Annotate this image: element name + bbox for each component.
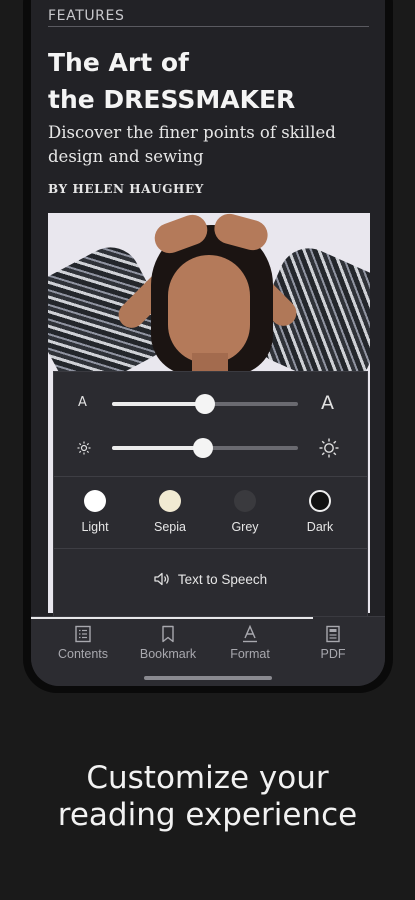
tab-pdf[interactable]: PDF bbox=[289, 625, 377, 661]
theme-light-label: Light bbox=[81, 520, 109, 534]
theme-sepia-swatch bbox=[159, 490, 181, 512]
tab-bar-indicator bbox=[31, 617, 313, 619]
tab-bookmark-label: Bookmark bbox=[139, 647, 197, 661]
theme-light[interactable]: Light bbox=[60, 490, 130, 534]
promo-caption-line-1: Customize your bbox=[86, 760, 329, 796]
brightness-low-icon[interactable] bbox=[77, 441, 91, 455]
theme-sepia-label: Sepia bbox=[154, 520, 186, 534]
tab-contents-label: Contents bbox=[57, 647, 109, 661]
tab-pdf-label: PDF bbox=[320, 647, 346, 661]
font-size-row: A A bbox=[54, 392, 367, 416]
theme-options: Light Sepia Grey Dark bbox=[54, 490, 367, 542]
theme-grey[interactable]: Grey bbox=[210, 490, 280, 534]
section-kicker: FEATURES bbox=[48, 8, 125, 24]
theme-sepia[interactable]: Sepia bbox=[135, 490, 205, 534]
kicker-divider bbox=[48, 26, 369, 27]
brightness-slider-fill bbox=[112, 446, 204, 450]
font-size-slider-fill bbox=[112, 402, 205, 406]
brightness-row bbox=[54, 436, 367, 460]
format-panel: A A Light Sepia Grey Dark Text to Speech bbox=[54, 372, 367, 620]
text-to-speech-button[interactable]: Text to Speech bbox=[54, 572, 367, 587]
format-icon bbox=[243, 625, 257, 643]
app-screen: FEATURES The Art of the DRESSMAKER Disco… bbox=[31, 0, 385, 686]
font-size-slider[interactable] bbox=[112, 394, 298, 414]
article-byline: BY HELEN HAUGHEY bbox=[48, 182, 204, 196]
title-line-1: The Art of bbox=[48, 48, 189, 77]
theme-dark-swatch bbox=[309, 490, 331, 512]
theme-dark[interactable]: Dark bbox=[285, 490, 355, 534]
brightness-high-icon[interactable] bbox=[319, 438, 339, 458]
font-size-large-icon[interactable]: A bbox=[321, 392, 334, 414]
promo-caption-line-2: reading experience bbox=[57, 797, 358, 833]
tab-format[interactable]: Format bbox=[206, 625, 294, 661]
pdf-icon bbox=[326, 625, 340, 643]
article-title: The Art of the DRESSMAKER bbox=[48, 44, 368, 118]
theme-light-swatch bbox=[84, 490, 106, 512]
panel-divider-2 bbox=[54, 548, 367, 549]
theme-grey-swatch bbox=[234, 490, 256, 512]
article-standfirst: Discover the finer points of skilled des… bbox=[48, 123, 336, 166]
theme-dark-label: Dark bbox=[306, 520, 334, 534]
speaker-icon bbox=[154, 572, 169, 586]
tab-bookmark[interactable]: Bookmark bbox=[124, 625, 212, 661]
phone-frame: FEATURES The Art of the DRESSMAKER Disco… bbox=[23, 0, 393, 693]
tab-format-label: Format bbox=[230, 647, 270, 661]
brightness-slider[interactable] bbox=[112, 438, 298, 458]
text-to-speech-label: Text to Speech bbox=[177, 572, 268, 587]
font-size-slider-knob[interactable] bbox=[195, 394, 215, 414]
theme-grey-label: Grey bbox=[231, 520, 259, 534]
font-size-small-icon[interactable]: A bbox=[78, 395, 87, 410]
contents-icon bbox=[75, 625, 91, 643]
tab-contents[interactable]: Contents bbox=[39, 625, 127, 661]
promo-caption: Customize your reading experience bbox=[0, 760, 415, 834]
panel-divider-1 bbox=[54, 476, 367, 477]
photo-face bbox=[168, 255, 250, 363]
brightness-slider-knob[interactable] bbox=[193, 438, 214, 458]
home-indicator[interactable] bbox=[144, 676, 272, 680]
title-line-2: the DRESSMAKER bbox=[48, 85, 296, 114]
bookmark-icon bbox=[162, 625, 174, 643]
